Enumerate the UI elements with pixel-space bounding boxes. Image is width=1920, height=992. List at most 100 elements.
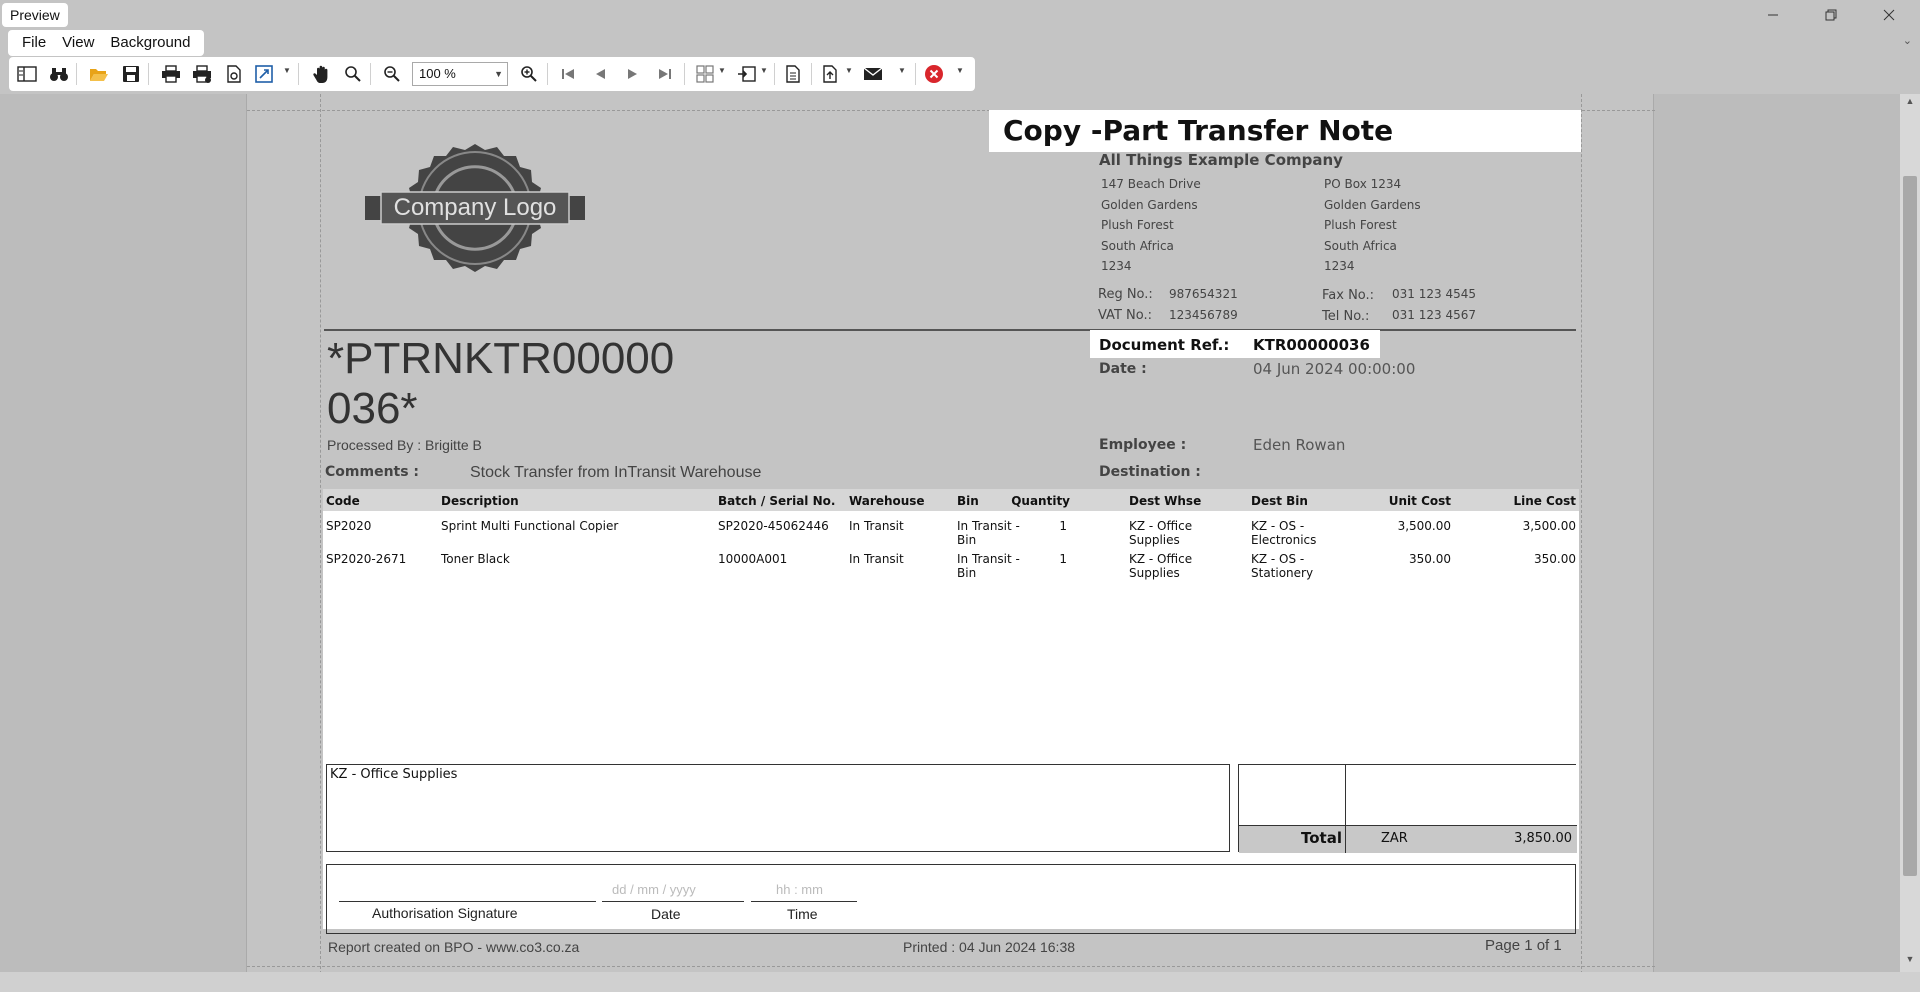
- destination-label: Destination :: [1099, 464, 1201, 480]
- export-file-icon: [823, 65, 837, 83]
- footer-created: Report created on BPO - www.co3.co.za: [328, 939, 580, 955]
- restore-button[interactable]: [1802, 0, 1860, 30]
- cell-description: Toner Black: [441, 552, 510, 566]
- last-page-button[interactable]: [653, 62, 677, 86]
- menu-background[interactable]: Background: [102, 30, 198, 56]
- zoom-value: 100 %: [419, 66, 456, 81]
- chevron-down-icon[interactable]: ⌄: [1903, 34, 1912, 47]
- address-line: Golden Gardens: [1101, 197, 1198, 212]
- col-batch: Batch / Serial No.: [718, 494, 836, 508]
- minimize-icon: [1768, 14, 1778, 16]
- cell-batch: 10000A001: [718, 552, 788, 566]
- scale-dropdown-icon[interactable]: ▼: [283, 66, 291, 75]
- printer-icon: [162, 65, 180, 83]
- multiple-pages-button[interactable]: [693, 62, 717, 86]
- col-code: Code: [326, 494, 360, 508]
- tel-no-value: 031 123 4567: [1392, 308, 1476, 322]
- cell-unit-cost: 350.00: [1409, 552, 1451, 566]
- print-button[interactable]: [159, 62, 183, 86]
- find-button[interactable]: [47, 62, 71, 86]
- open-button[interactable]: [87, 62, 111, 86]
- toolbar-separator: [370, 63, 371, 85]
- multiple-pages-dropdown-icon[interactable]: ▼: [718, 66, 726, 75]
- date-line: [602, 901, 744, 902]
- vertical-scrollbar[interactable]: ▲ ▼: [1900, 94, 1920, 972]
- scroll-down-icon[interactable]: ▼: [1900, 954, 1920, 970]
- zoom-select[interactable]: 100 % ▼: [412, 62, 508, 86]
- toggle-sidebar-button[interactable]: [15, 62, 39, 86]
- cell-warehouse: In Transit: [849, 552, 904, 566]
- employee-label: Employee :: [1099, 437, 1187, 453]
- zoom-in-icon: [521, 66, 537, 82]
- close-button[interactable]: [1860, 0, 1918, 30]
- toolbar-separator: [684, 63, 685, 85]
- signature-line: [339, 901, 596, 902]
- scroll-up-icon[interactable]: ▲: [1900, 96, 1920, 112]
- cell-unit-cost: 3,500.00: [1397, 519, 1451, 533]
- export-button[interactable]: [735, 62, 759, 86]
- export-file-dropdown-icon[interactable]: ▼: [845, 66, 853, 75]
- window-title: Preview: [2, 3, 68, 27]
- magnifier-icon: [345, 66, 361, 82]
- toolbar-separator: [76, 63, 77, 85]
- signature-box: Authorisation Signature dd / mm / yyyy D…: [326, 864, 1576, 934]
- cell-description: Sprint Multi Functional Copier: [441, 519, 619, 533]
- cell-line-cost: 3,500.00: [1522, 519, 1576, 533]
- quick-print-button[interactable]: [190, 62, 214, 86]
- toolbar-separator: [915, 63, 916, 85]
- export-icon: [738, 66, 756, 82]
- address-line: South Africa: [1324, 238, 1397, 253]
- col-warehouse: Warehouse: [849, 494, 925, 508]
- zoom-in-button[interactable]: [517, 62, 541, 86]
- time-placeholder: hh : mm: [776, 882, 823, 897]
- export-dropdown-icon[interactable]: ▼: [760, 66, 768, 75]
- close-circle-icon: [925, 65, 943, 83]
- multiple-pages-icon: [696, 65, 714, 83]
- company-logo: Company Logo: [363, 132, 587, 289]
- margin-guide: [247, 966, 1655, 967]
- folder-open-icon: [90, 69, 108, 81]
- close-preview-button[interactable]: [922, 62, 946, 86]
- cell-code: SP2020: [326, 519, 372, 533]
- zoom-out-button[interactable]: [380, 62, 404, 86]
- first-page-button[interactable]: [556, 62, 580, 86]
- horizontal-scrollbar[interactable]: [0, 972, 1920, 992]
- hand-icon: [313, 65, 328, 83]
- save-button[interactable]: [119, 62, 143, 86]
- address-line: South Africa: [1101, 238, 1174, 253]
- menu-view[interactable]: View: [54, 30, 102, 56]
- cell-dest-whse: KZ - Office Supplies: [1129, 519, 1193, 547]
- export-file-button[interactable]: [819, 62, 843, 86]
- col-dest-bin: Dest Bin: [1251, 494, 1308, 508]
- email-dropdown-icon[interactable]: ▼: [898, 66, 906, 75]
- email-button[interactable]: [861, 62, 885, 86]
- margin-guide: [1581, 94, 1582, 974]
- hand-tool-button[interactable]: [310, 62, 334, 86]
- scrollbar-thumb[interactable]: [1903, 176, 1917, 876]
- binoculars-icon: [50, 68, 68, 81]
- date-value: 04 Jun 2024 00:00:00: [1253, 360, 1416, 378]
- cell-quantity: 1: [1059, 519, 1067, 533]
- quick-print-icon: [193, 65, 211, 83]
- restore-icon: [1825, 9, 1837, 21]
- magnifier-button[interactable]: [341, 62, 365, 86]
- next-page-button[interactable]: [621, 62, 645, 86]
- toolbar: ▼ 100 % ▼ ▼ ▼ ▼ ▼ ▼: [0, 56, 1920, 94]
- minimize-button[interactable]: [1744, 0, 1802, 30]
- menu-file[interactable]: File: [14, 30, 54, 56]
- address-line: Plush Forest: [1324, 218, 1397, 232]
- zoom-out-icon: [384, 66, 400, 82]
- page-setup-button[interactable]: [222, 62, 246, 86]
- scale-button[interactable]: [253, 62, 277, 86]
- fax-no-value: 031 123 4545: [1392, 287, 1476, 301]
- cell-dest-bin: KZ - OS - Stationery: [1251, 552, 1314, 580]
- close-preview-dropdown-icon[interactable]: ▼: [956, 66, 964, 75]
- preview-viewport: Company Logo Copy -Part Transfer Note Al…: [0, 94, 1900, 974]
- page-setup-icon: [227, 65, 241, 83]
- address-line: PO Box 1234: [1324, 177, 1402, 191]
- toolbar-separator: [298, 63, 299, 85]
- toolbar-separator: [547, 63, 548, 85]
- address-line: 1234: [1101, 259, 1132, 273]
- previous-page-button[interactable]: [588, 62, 612, 86]
- page-view-button[interactable]: [781, 62, 805, 86]
